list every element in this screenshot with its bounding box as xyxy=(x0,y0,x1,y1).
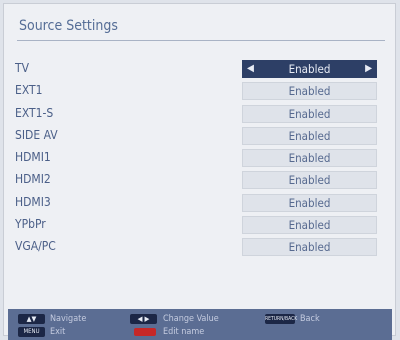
back-key-icon: RETURN/BACK xyxy=(265,314,298,324)
row-ypbpr[interactable]: YPbPr Enabled xyxy=(4,215,395,237)
source-settings-panel: Source Settings TV ◀ Enabled ▶ EXT1 Enab… xyxy=(3,3,396,336)
value-field[interactable]: Enabled xyxy=(242,171,377,190)
row-ext1-s[interactable]: EXT1-S Enabled xyxy=(4,104,395,126)
up-down-key-icon: ▲▼ xyxy=(18,314,45,324)
exit-label: Exit xyxy=(50,327,66,337)
navigate-label: Navigate xyxy=(50,314,87,324)
row-vga-pc[interactable]: VGA/PC Enabled xyxy=(4,237,395,259)
value-field[interactable]: Enabled xyxy=(242,193,377,212)
row-label: HDMI3 xyxy=(15,194,51,209)
value-field[interactable]: Enabled xyxy=(242,104,377,123)
row-label: YPbPr xyxy=(15,217,46,232)
row-label: TV xyxy=(15,61,29,75)
row-hdmi1[interactable]: HDMI1 Enabled xyxy=(4,148,395,170)
title-divider xyxy=(17,40,385,41)
value-field[interactable]: Enabled xyxy=(242,238,377,257)
row-label: VGA/PC xyxy=(15,239,56,254)
value-text: Enabled xyxy=(288,62,331,76)
row-label: HDMI2 xyxy=(15,172,51,187)
red-key-icon xyxy=(134,328,156,336)
row-label: EXT1 xyxy=(15,83,43,98)
row-ext1[interactable]: EXT1 Enabled xyxy=(4,81,395,103)
value-field[interactable]: Enabled xyxy=(242,216,377,235)
arrow-left-icon[interactable]: ◀ xyxy=(247,61,254,77)
page-title: Source Settings xyxy=(19,18,118,34)
change-value-label: Change Value xyxy=(163,314,219,324)
back-label: Back xyxy=(300,314,320,324)
value-field[interactable]: Enabled xyxy=(242,82,377,101)
row-hdmi2[interactable]: HDMI2 Enabled xyxy=(4,170,395,192)
value-selector[interactable]: ◀ Enabled ▶ xyxy=(242,60,377,78)
row-tv[interactable]: TV ◀ Enabled ▶ xyxy=(4,59,395,81)
edit-name-label: Edit name xyxy=(163,327,205,337)
row-label: SIDE AV xyxy=(15,127,58,142)
help-bar: ▲▼ Navigate ◀ ▶ Change Value RETURN/BACK… xyxy=(8,309,392,340)
row-side-av[interactable]: SIDE AV Enabled xyxy=(4,126,395,148)
source-list: TV ◀ Enabled ▶ EXT1 Enabled EXT1-S Enabl… xyxy=(4,59,395,260)
arrow-right-icon[interactable]: ▶ xyxy=(365,61,372,77)
value-field[interactable]: Enabled xyxy=(242,149,377,168)
row-hdmi3[interactable]: HDMI3 Enabled xyxy=(4,193,395,215)
value-field[interactable]: Enabled xyxy=(242,126,377,145)
left-right-key-icon: ◀ ▶ xyxy=(130,314,157,324)
menu-key-icon: MENU xyxy=(18,327,45,337)
row-label: EXT1-S xyxy=(15,105,54,120)
row-label: HDMI1 xyxy=(15,150,51,165)
